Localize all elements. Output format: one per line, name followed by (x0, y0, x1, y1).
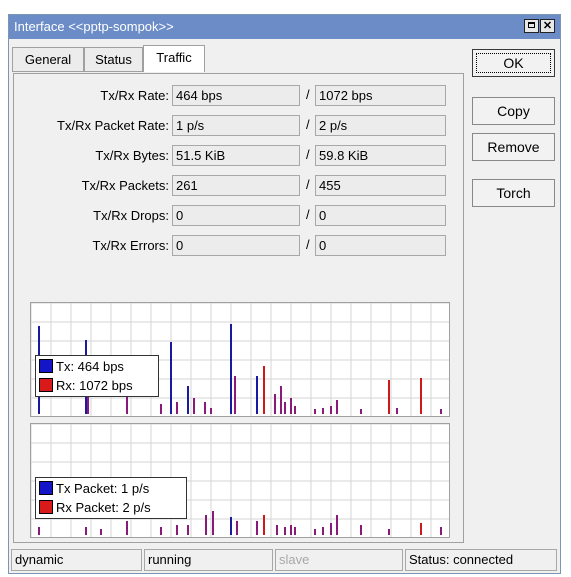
separator: / (306, 117, 310, 132)
rx-color-swatch (39, 378, 53, 392)
rx-packets-field[interactable]: 455 (315, 175, 446, 196)
tx-rate-field[interactable]: 464 bps (172, 85, 300, 106)
traffic-legend: Tx: 464 bps Rx: 1072 bps (35, 355, 159, 397)
tab-status[interactable]: Status (84, 47, 143, 72)
ok-button-label: OK (476, 53, 551, 73)
rx-legend-item: Rx: 1072 bps (39, 378, 133, 394)
row-label: Tx/Rx Errors: (92, 238, 169, 253)
tx-packet-legend-item: Tx Packet: 1 p/s (39, 481, 149, 497)
separator: / (306, 177, 310, 192)
status-cell-dynamic: dynamic (11, 549, 142, 571)
status-cell-slave: slave (275, 549, 403, 571)
rx-packet-legend-label: Rx Packet: 2 p/s (56, 500, 151, 515)
tx-packets-field[interactable]: 261 (172, 175, 300, 196)
maximize-button[interactable] (524, 19, 539, 33)
interface-window: Interface <<pptp-sompok>> ✕ General Stat… (8, 14, 561, 574)
maximize-icon (528, 22, 535, 28)
remove-button[interactable]: Remove (472, 133, 555, 161)
title-bar[interactable]: Interface <<pptp-sompok>> ✕ (9, 15, 560, 39)
status-cell-connection: Status: connected (405, 549, 557, 571)
rx-packet-color-swatch (39, 500, 53, 514)
tx-legend-item: Tx: 464 bps (39, 359, 124, 375)
tx-packet-legend-label: Tx Packet: 1 p/s (56, 481, 150, 496)
status-bar: dynamic running slave Status: connected (9, 546, 560, 572)
row-label: Tx/Rx Packet Rate: (57, 118, 169, 133)
tx-legend-label: Tx: 464 bps (56, 359, 124, 374)
ok-button[interactable]: OK (472, 49, 555, 77)
rx-legend-label: Rx: 1072 bps (56, 378, 133, 393)
rx-packet-rate-field[interactable]: 2 p/s (315, 115, 446, 136)
packets-graph: Tx Packet: 1 p/s Rx Packet: 2 p/s (30, 423, 450, 538)
tx-drops-field[interactable]: 0 (172, 205, 300, 226)
row-label: Tx/Rx Bytes: (95, 148, 169, 163)
tab-general[interactable]: General (12, 47, 84, 72)
rx-bytes-field[interactable]: 59.8 KiB (315, 145, 446, 166)
close-icon: ✕ (542, 20, 553, 32)
separator: / (306, 237, 310, 252)
rx-drops-field[interactable]: 0 (315, 205, 446, 226)
tab-traffic[interactable]: Traffic (143, 45, 205, 72)
torch-button[interactable]: Torch (472, 179, 555, 207)
separator: / (306, 87, 310, 102)
traffic-graph: Tx: 464 bps Rx: 1072 bps (30, 302, 450, 417)
tx-color-swatch (39, 359, 53, 373)
status-cell-running: running (144, 549, 273, 571)
packets-legend: Tx Packet: 1 p/s Rx Packet: 2 p/s (35, 477, 187, 519)
separator: / (306, 147, 310, 162)
copy-button[interactable]: Copy (472, 97, 555, 125)
traffic-panel: Tx/Rx Rate: 464 bps / 1072 bps Tx/Rx Pac… (13, 73, 464, 543)
row-label: Tx/Rx Packets: (81, 178, 169, 193)
tx-packet-color-swatch (39, 481, 53, 495)
window-title: Interface <<pptp-sompok>> (14, 19, 174, 34)
rx-errors-field[interactable]: 0 (315, 235, 446, 256)
tx-packet-rate-field[interactable]: 1 p/s (172, 115, 300, 136)
tx-errors-field[interactable]: 0 (172, 235, 300, 256)
rx-rate-field[interactable]: 1072 bps (315, 85, 446, 106)
rx-packet-legend-item: Rx Packet: 2 p/s (39, 500, 151, 516)
tx-bytes-field[interactable]: 51.5 KiB (172, 145, 300, 166)
row-label: Tx/Rx Drops: (93, 208, 169, 223)
row-label: Tx/Rx Rate: (100, 88, 169, 103)
separator: / (306, 207, 310, 222)
close-button[interactable]: ✕ (540, 19, 555, 33)
